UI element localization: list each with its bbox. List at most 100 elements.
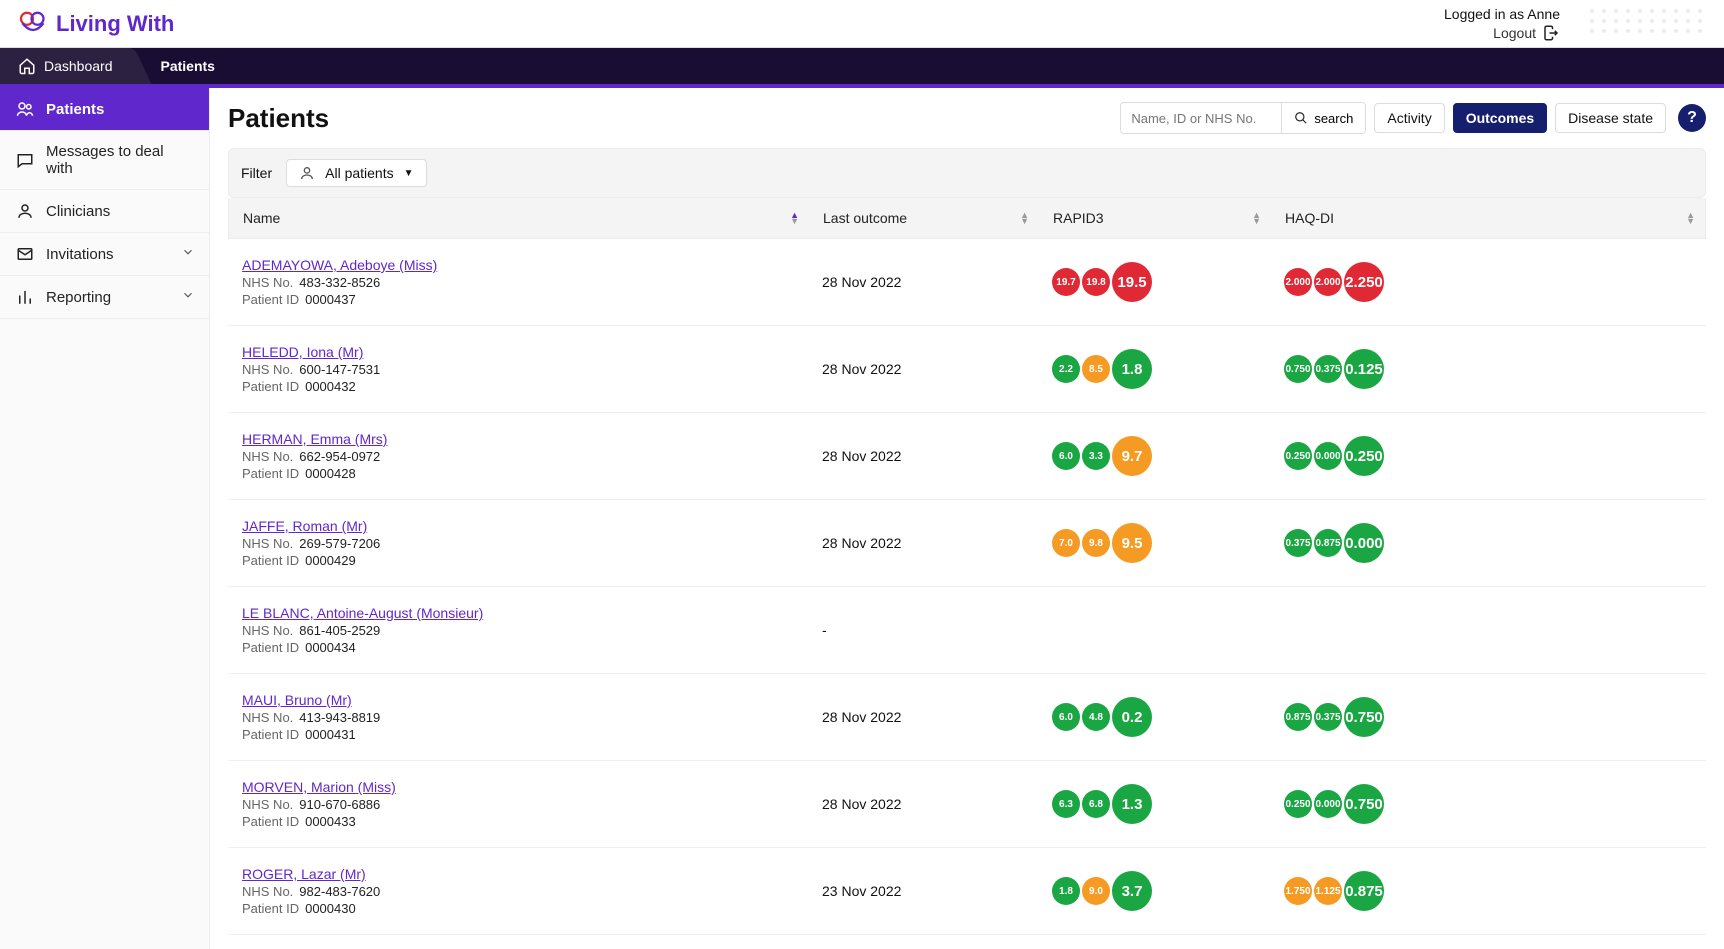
score-pill: 2.000 [1314, 268, 1342, 296]
tab-outcomes[interactable]: Outcomes [1453, 103, 1547, 133]
table-header: Name ▲▼ Last outcome ▲▼ RAPID3 ▲▼ HAQ-DI… [228, 198, 1706, 239]
patient-name-link[interactable]: JAFFE, Roman (Mr) [242, 518, 367, 534]
logout-label: Logout [1493, 25, 1536, 41]
logout-link[interactable]: Logout [1444, 24, 1560, 42]
column-rapid3[interactable]: RAPID3 ▲▼ [1039, 198, 1271, 238]
brand-logo-icon [18, 10, 48, 38]
patient-name-link[interactable]: LE BLANC, Antoine-August (Monsieur) [242, 605, 483, 621]
main-nav: Dashboard Patients [0, 48, 1724, 84]
help-button[interactable]: ? [1678, 104, 1706, 132]
last-outcome-value: 28 Nov 2022 [808, 349, 1038, 389]
sort-indicator: ▲▼ [1020, 212, 1029, 224]
patient-name-link[interactable]: MAUI, Bruno (Mr) [242, 692, 352, 708]
nhs-label: NHS No. [242, 623, 293, 638]
last-outcome-value: 28 Nov 2022 [808, 262, 1038, 302]
logged-in-as: Logged in as Anne [1444, 6, 1560, 22]
brand[interactable]: Living With [18, 10, 174, 38]
haqdi-pills: 0.7500.3750.125 [1284, 349, 1692, 389]
table-row: LE BLANC, Antoine-August (Monsieur) NHS … [228, 587, 1706, 674]
score-pill: 0.250 [1284, 442, 1312, 470]
nhs-label: NHS No. [242, 362, 293, 377]
nhs-value: 483-332-8526 [299, 275, 380, 290]
patient-name-link[interactable]: ROGER, Lazar (Mr) [242, 866, 366, 882]
score-pill: 1.8 [1052, 877, 1080, 905]
logout-icon [1542, 24, 1560, 42]
patient-id-label: Patient ID [242, 553, 299, 568]
sidebar-item-messages[interactable]: Messages to deal with [0, 131, 209, 190]
bar-chart-icon [16, 288, 34, 306]
nhs-value: 910-670-6886 [299, 797, 380, 812]
table-row: ROGER, Lazar (Mr) NHS No.982-483-7620 Pa… [228, 848, 1706, 935]
user-icon [16, 202, 34, 220]
score-pill: 7.0 [1052, 529, 1080, 557]
sidebar-item-invitations[interactable]: Invitations [0, 233, 209, 276]
rapid3-pills: 1.89.03.7 [1052, 871, 1256, 911]
filter-all-patients[interactable]: All patients ▼ [286, 159, 426, 187]
tab-disease-state[interactable]: Disease state [1555, 103, 1666, 133]
patient-name-link[interactable]: MORVEN, Marion (Miss) [242, 779, 396, 795]
score-pill: 8.5 [1082, 355, 1110, 383]
score-pill: 19.7 [1052, 268, 1080, 296]
score-pill: 0.375 [1314, 355, 1342, 383]
haqdi-pills: 0.2500.0000.750 [1284, 784, 1692, 824]
score-pill: 19.5 [1112, 262, 1152, 302]
user-icon [299, 165, 315, 181]
patient-id-value: 0000437 [305, 292, 356, 307]
nav-patients[interactable]: Patients [131, 48, 233, 84]
score-pill: 1.750 [1284, 877, 1312, 905]
last-outcome-value: 28 Nov 2022 [808, 697, 1038, 737]
rapid3-pills: 7.09.89.5 [1052, 523, 1256, 563]
nav-dashboard[interactable]: Dashboard [0, 48, 131, 84]
sidebar-item-patients[interactable]: Patients [0, 88, 209, 131]
patient-id-value: 0000428 [305, 466, 356, 481]
search-button[interactable]: search [1281, 103, 1365, 133]
page-title: Patients [228, 103, 329, 134]
score-pill: 0.250 [1344, 436, 1384, 476]
sidebar-item-reporting[interactable]: Reporting [0, 276, 209, 319]
patient-id-value: 0000433 [305, 814, 356, 829]
patient-name-link[interactable]: HELEDD, Iona (Mr) [242, 344, 363, 360]
chat-icon [16, 151, 34, 169]
column-haq-di[interactable]: HAQ-DI ▲▼ [1271, 198, 1705, 238]
home-icon [18, 57, 36, 75]
patient-name-link[interactable]: HERMAN, Emma (Mrs) [242, 431, 387, 447]
tab-activity[interactable]: Activity [1374, 103, 1444, 133]
sidebar-item-label: Messages to deal with [46, 143, 193, 177]
score-pill: 0.875 [1284, 703, 1312, 731]
patient-id-label: Patient ID [242, 379, 299, 394]
filter-label: Filter [241, 165, 272, 181]
score-pill: 9.7 [1112, 436, 1152, 476]
sidebar-item-clinicians[interactable]: Clinicians [0, 190, 209, 233]
patient-id-value: 0000429 [305, 553, 356, 568]
patient-id-value: 0000430 [305, 901, 356, 916]
sidebar-item-label: Reporting [46, 289, 111, 306]
search-input[interactable] [1121, 105, 1281, 132]
last-outcome-value: 28 Nov 2022 [808, 523, 1038, 563]
score-pill: 19.8 [1082, 268, 1110, 296]
rapid3-pills: 2.28.51.8 [1052, 349, 1256, 389]
rapid3-pills: 19.719.819.5 [1052, 262, 1256, 302]
score-pill: 0.125 [1344, 349, 1384, 389]
sidebar-item-label: Patients [46, 101, 104, 118]
score-pill: 0.000 [1344, 523, 1384, 563]
last-outcome-value: 28 Nov 2022 [808, 436, 1038, 476]
rapid3-pills: 6.04.80.2 [1052, 697, 1256, 737]
search-icon [1294, 111, 1308, 125]
column-last-outcome[interactable]: Last outcome ▲▼ [809, 198, 1039, 238]
score-pill: 2.2 [1052, 355, 1080, 383]
column-name[interactable]: Name ▲▼ [229, 198, 809, 238]
mail-icon [16, 245, 34, 263]
score-pill: 2.000 [1284, 268, 1312, 296]
patient-id-label: Patient ID [242, 292, 299, 307]
score-pill: 4.8 [1082, 703, 1110, 731]
haqdi-pills: 2.0002.0002.250 [1284, 262, 1692, 302]
score-pill: 9.5 [1112, 523, 1152, 563]
haqdi-pills: 0.3750.8750.000 [1284, 523, 1692, 563]
patient-id-label: Patient ID [242, 640, 299, 655]
brand-name: Living With [56, 11, 174, 37]
haqdi-pills: 0.2500.0000.250 [1284, 436, 1692, 476]
last-outcome-value: - [808, 610, 1038, 650]
score-pill: 6.0 [1052, 703, 1080, 731]
patient-name-link[interactable]: ADEMAYOWA, Adeboye (Miss) [242, 257, 437, 273]
table-row: HELEDD, Iona (Mr) NHS No.600-147-7531 Pa… [228, 326, 1706, 413]
